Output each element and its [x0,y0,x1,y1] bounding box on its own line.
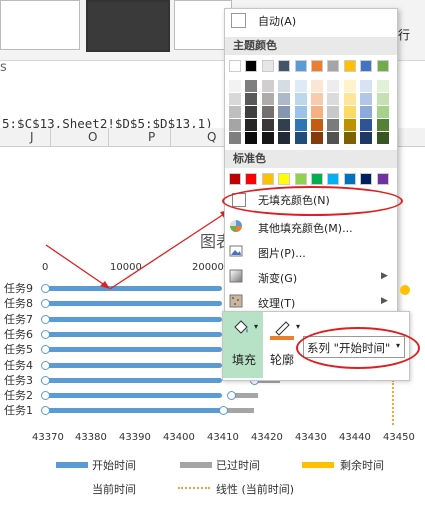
theme-shade-swatch[interactable] [294,93,307,105]
standard-color-swatch[interactable] [327,173,340,185]
auto-color-option[interactable]: 自动(A) [258,13,296,29]
theme-shade-swatch[interactable] [327,80,340,92]
standard-color-swatch[interactable] [343,173,356,185]
standard-color-swatch[interactable] [294,173,307,185]
theme-shade-swatch[interactable] [294,119,307,131]
standard-color-swatch[interactable] [376,173,389,185]
theme-colors-header: 主题颜色 [225,37,397,55]
theme-shade-swatch[interactable] [245,132,258,144]
theme-shade-swatch[interactable] [294,80,307,92]
gradient-icon [229,269,243,283]
color-palette-icon [230,220,242,232]
theme-shade-swatch[interactable] [245,80,258,92]
theme-color-swatch[interactable] [294,60,307,72]
theme-color-swatch[interactable] [376,60,389,72]
standard-color-swatch[interactable] [278,173,291,185]
theme-shade-swatch[interactable] [327,119,340,131]
theme-shade-swatch[interactable] [261,106,274,118]
auto-color-swatch[interactable] [231,13,246,28]
fill-dropdown-arrow-icon[interactable]: ▾ [254,322,258,331]
annotation-ellipse-series [296,327,420,369]
gradient-fill-option[interactable]: 渐变(G) [258,270,297,286]
theme-color-swatch[interactable] [278,60,291,72]
theme-shade-swatch[interactable] [327,93,340,105]
theme-color-swatch[interactable] [261,60,274,72]
theme-shade-swatch[interactable] [311,106,323,118]
more-fill-colors-option[interactable]: 其他填充颜色(M)... [258,220,353,236]
annotation-ellipse-no-fill [222,186,403,216]
theme-shade-swatch[interactable] [311,93,323,105]
annotation-arrow-line-2 [109,213,225,290]
theme-shade-swatch[interactable] [327,132,340,144]
remaining-marker [400,285,410,295]
theme-shade-swatch[interactable] [278,106,291,118]
theme-shade-swatch[interactable] [229,119,241,131]
theme-shade-swatch[interactable] [245,93,258,105]
outline-label[interactable]: 轮廓 [270,351,294,368]
theme-color-swatch[interactable] [245,60,258,72]
theme-shade-swatch[interactable] [343,106,356,118]
texture-fill-option[interactable]: 纹理(T) [258,295,295,311]
theme-shade-swatch[interactable] [360,80,373,92]
fill-label[interactable]: 填充 [232,351,256,368]
theme-shade-swatch[interactable] [376,80,389,92]
theme-shade-swatch[interactable] [311,80,323,92]
outline-dropdown-arrow-icon[interactable]: ▾ [296,322,300,331]
theme-shade-swatch[interactable] [311,132,323,144]
theme-shade-swatch[interactable] [261,80,274,92]
standard-color-swatch[interactable] [261,173,274,185]
standard-color-swatch[interactable] [311,173,323,185]
theme-shade-swatch[interactable] [278,93,291,105]
theme-shade-swatch[interactable] [343,119,356,131]
theme-shade-swatch[interactable] [376,106,389,118]
theme-shade-swatch[interactable] [376,132,389,144]
annotation-arrow-line [45,244,107,287]
theme-shade-swatch[interactable] [294,132,307,144]
theme-shade-swatch[interactable] [261,119,274,131]
theme-shade-swatch[interactable] [229,93,241,105]
standard-colors-header: 标准色 [225,150,397,168]
theme-shade-swatch[interactable] [229,106,241,118]
paint-bucket-icon[interactable] [231,318,253,338]
theme-shade-swatch[interactable] [261,93,274,105]
standard-color-swatch[interactable] [229,173,241,185]
theme-shade-swatch[interactable] [327,106,340,118]
outline-pen-icon[interactable] [270,318,294,340]
theme-shade-swatch[interactable] [360,132,373,144]
theme-color-swatch[interactable] [327,60,340,72]
standard-color-swatch[interactable] [360,173,373,185]
theme-shade-swatch[interactable] [261,132,274,144]
theme-color-swatch[interactable] [360,60,373,72]
theme-shade-swatch[interactable] [376,119,389,131]
theme-color-swatch[interactable] [311,60,323,72]
theme-color-swatch[interactable] [343,60,356,72]
theme-shade-swatch[interactable] [245,106,258,118]
theme-shade-swatch[interactable] [278,80,291,92]
theme-shade-swatch[interactable] [229,132,241,144]
theme-shade-swatch[interactable] [343,132,356,144]
theme-shade-swatch[interactable] [360,93,373,105]
gradient-submenu-arrow-icon: ▶ [381,271,388,281]
theme-shade-swatch[interactable] [245,119,258,131]
standard-color-swatch[interactable] [245,173,258,185]
theme-shade-swatch[interactable] [343,80,356,92]
picture-icon [229,245,243,257]
theme-shade-swatch[interactable] [229,80,241,92]
theme-shade-swatch[interactable] [360,119,373,131]
theme-shade-swatch[interactable] [376,93,389,105]
theme-shade-swatch[interactable] [278,119,291,131]
picture-fill-option[interactable]: 图片(P)... [258,245,306,261]
theme-shade-swatch[interactable] [294,106,307,118]
theme-shade-swatch[interactable] [343,93,356,105]
theme-shade-swatch[interactable] [278,132,291,144]
theme-color-swatch[interactable] [229,60,241,72]
theme-shade-swatch[interactable] [311,119,323,131]
theme-shade-swatch[interactable] [360,106,373,118]
texture-icon [229,294,243,308]
texture-submenu-arrow-icon: ▶ [381,296,388,306]
